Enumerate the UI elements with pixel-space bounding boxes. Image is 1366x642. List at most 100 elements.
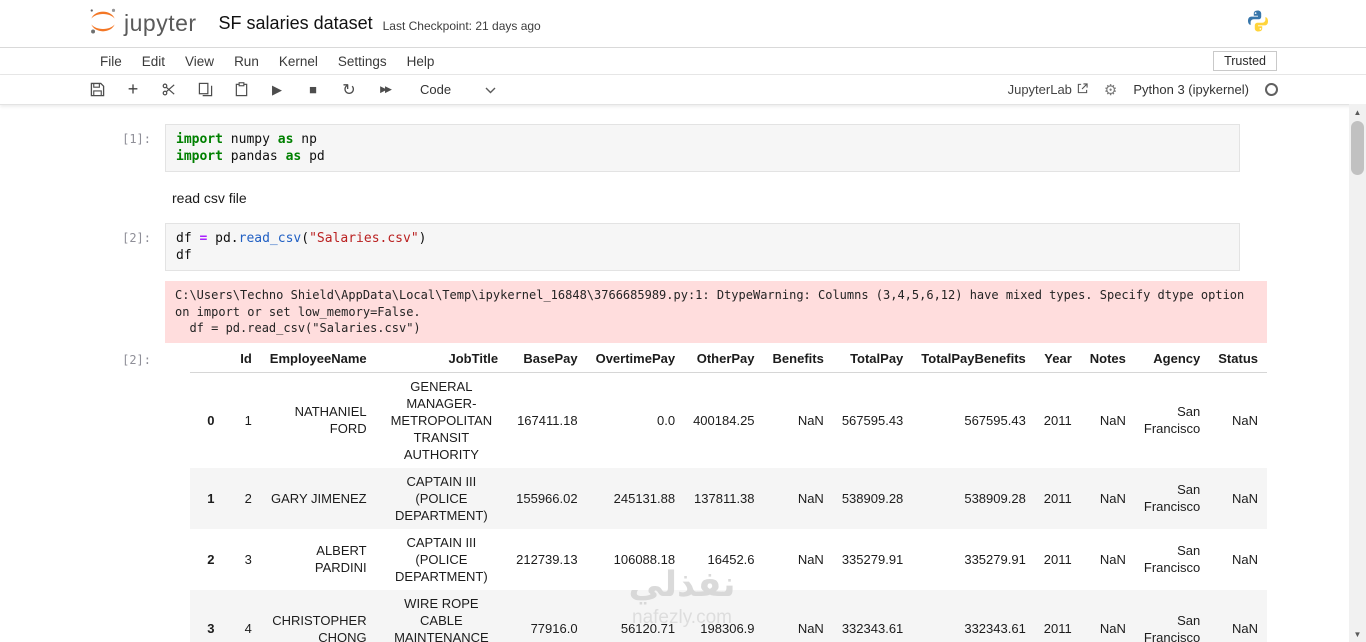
cell-type-dropdown[interactable]: Code [420,81,496,99]
column-header: OtherPay [684,345,763,373]
kernel-status-icon [1265,83,1278,96]
table-cell: 2011 [1035,529,1081,590]
table-cell: 212739.13 [507,529,586,590]
stderr-prompt [100,281,165,343]
table-cell: 3 [224,529,261,590]
output-prompt: [2]: [100,345,165,642]
menu-help[interactable]: Help [397,51,445,72]
column-header: TotalPayBenefits [912,345,1035,373]
table-cell: WIRE ROPE CABLE MAINTENANCE MECHANIC [376,590,508,642]
column-header: Status [1209,345,1267,373]
table-cell: 106088.18 [587,529,685,590]
markdown-prompt [100,184,165,212]
cut-cells-button[interactable] [160,80,178,100]
scroll-down-arrow[interactable]: ▼ [1349,626,1366,642]
table-cell: 335279.91 [833,529,912,590]
scrollbar-thumb[interactable] [1351,121,1364,175]
restart-run-all-button[interactable]: ▶▶ [376,80,394,100]
table-cell: 77916.0 [507,590,586,642]
table-cell: 198306.9 [684,590,763,642]
restart-kernel-button[interactable]: ↻ [340,80,358,100]
scrollbar[interactable]: ▲ ▼ [1349,104,1366,642]
scroll-up-arrow[interactable]: ▲ [1349,104,1366,120]
table-cell: CAPTAIN III (POLICE DEPARTMENT) [376,468,508,529]
table-cell: 4 [224,590,261,642]
table-header-row: IdEmployeeNameJobTitleBasePayOvertimePay… [190,345,1267,373]
table-row: 12GARY JIMENEZCAPTAIN III (POLICE DEPART… [190,468,1267,529]
row-index: 1 [190,468,224,529]
table-cell: GARY JIMENEZ [261,468,376,529]
table-cell: 1 [224,372,261,468]
toolbar-right-group: JupyterLab ⚙ Python 3 (ipykernel) [1008,81,1278,99]
table-cell: 332343.61 [833,590,912,642]
table-cell: 2 [224,468,261,529]
copy-cells-button[interactable] [196,80,214,100]
table-cell: 0.0 [587,372,685,468]
jupyter-logo-icon [88,6,118,41]
output-content: IdEmployeeNameJobTitleBasePayOvertimePay… [165,345,1267,642]
code-editor-2[interactable]: df = pd.read_csv("Salaries.csv")df [165,223,1240,271]
gear-icon[interactable]: ⚙ [1104,81,1117,99]
checkpoint-text: Last Checkpoint: 21 days ago [383,14,541,33]
markdown-cell[interactable]: read csv file [0,184,1349,212]
code-cell-2[interactable]: [2]: df = pd.read_csv("Salaries.csv")df [0,223,1349,271]
table-cell: NaN [1081,468,1135,529]
table-row: 01NATHANIEL FORDGENERAL MANAGER-METROPOL… [190,372,1267,468]
menu-kernel[interactable]: Kernel [269,51,328,72]
table-row: 23ALBERT PARDINICAPTAIN III (POLICE DEPA… [190,529,1267,590]
output-area: [2]: IdEmployeeNameJobTitleBasePayOverti… [0,345,1349,642]
insert-cell-button[interactable]: + [124,80,142,100]
table-cell: San Francisco [1135,372,1209,468]
open-in-jupyterlab-link[interactable]: JupyterLab [1008,82,1088,97]
table-cell: 56120.71 [587,590,685,642]
menu-run[interactable]: Run [224,51,269,72]
chevron-down-icon [485,81,496,99]
menu-edit[interactable]: Edit [132,51,175,72]
row-index: 0 [190,372,224,468]
table-cell: 335279.91 [912,529,1035,590]
column-header: Notes [1081,345,1135,373]
table-cell: 2011 [1035,590,1081,642]
cell-prompt: [2]: [100,223,165,271]
column-header: Year [1035,345,1081,373]
stderr-text: C:\Users\Techno Shield\AppData\Local\Tem… [165,281,1267,343]
notebook-title[interactable]: SF salaries dataset [219,13,373,34]
paste-cells-button[interactable] [232,80,250,100]
run-cell-button[interactable]: ▶ [268,80,286,100]
table-cell: NaN [764,529,833,590]
column-header: JobTitle [376,345,508,373]
table-cell: 400184.25 [684,372,763,468]
table-cell: NaN [764,590,833,642]
column-header: OvertimePay [587,345,685,373]
table-cell: San Francisco [1135,529,1209,590]
kernel-name[interactable]: Python 3 (ipykernel) [1133,82,1249,97]
table-cell: NaN [1081,529,1135,590]
column-header [190,345,224,373]
jupyter-logo[interactable]: jupyter [88,6,197,41]
table-cell: 538909.28 [912,468,1035,529]
menu-view[interactable]: View [175,51,224,72]
row-index: 2 [190,529,224,590]
menu-settings[interactable]: Settings [328,51,397,72]
stderr-output: C:\Users\Techno Shield\AppData\Local\Tem… [0,281,1349,343]
table-cell: 16452.6 [684,529,763,590]
table-cell: NaN [1209,468,1267,529]
cell-prompt: [1]: [100,124,165,172]
save-button[interactable] [88,80,106,100]
interrupt-kernel-button[interactable]: ■ [304,80,322,100]
code-cell-1[interactable]: [1]: import numpy as npimport pandas as … [0,124,1349,172]
table-cell: 538909.28 [833,468,912,529]
menu-file[interactable]: File [90,51,132,72]
table-cell: NaN [1209,590,1267,642]
table-cell: NaN [1081,590,1135,642]
table-cell: NaN [764,468,833,529]
column-header: Benefits [764,345,833,373]
table-cell: 137811.38 [684,468,763,529]
table-cell: 2011 [1035,468,1081,529]
trusted-badge: Trusted [1213,51,1277,71]
jupyter-logo-text: jupyter [124,10,197,37]
notebook-area: [1]: import numpy as npimport pandas as … [0,106,1349,642]
code-editor-1[interactable]: import numpy as npimport pandas as pd [165,124,1240,172]
column-header: TotalPay [833,345,912,373]
table-cell: 245131.88 [587,468,685,529]
